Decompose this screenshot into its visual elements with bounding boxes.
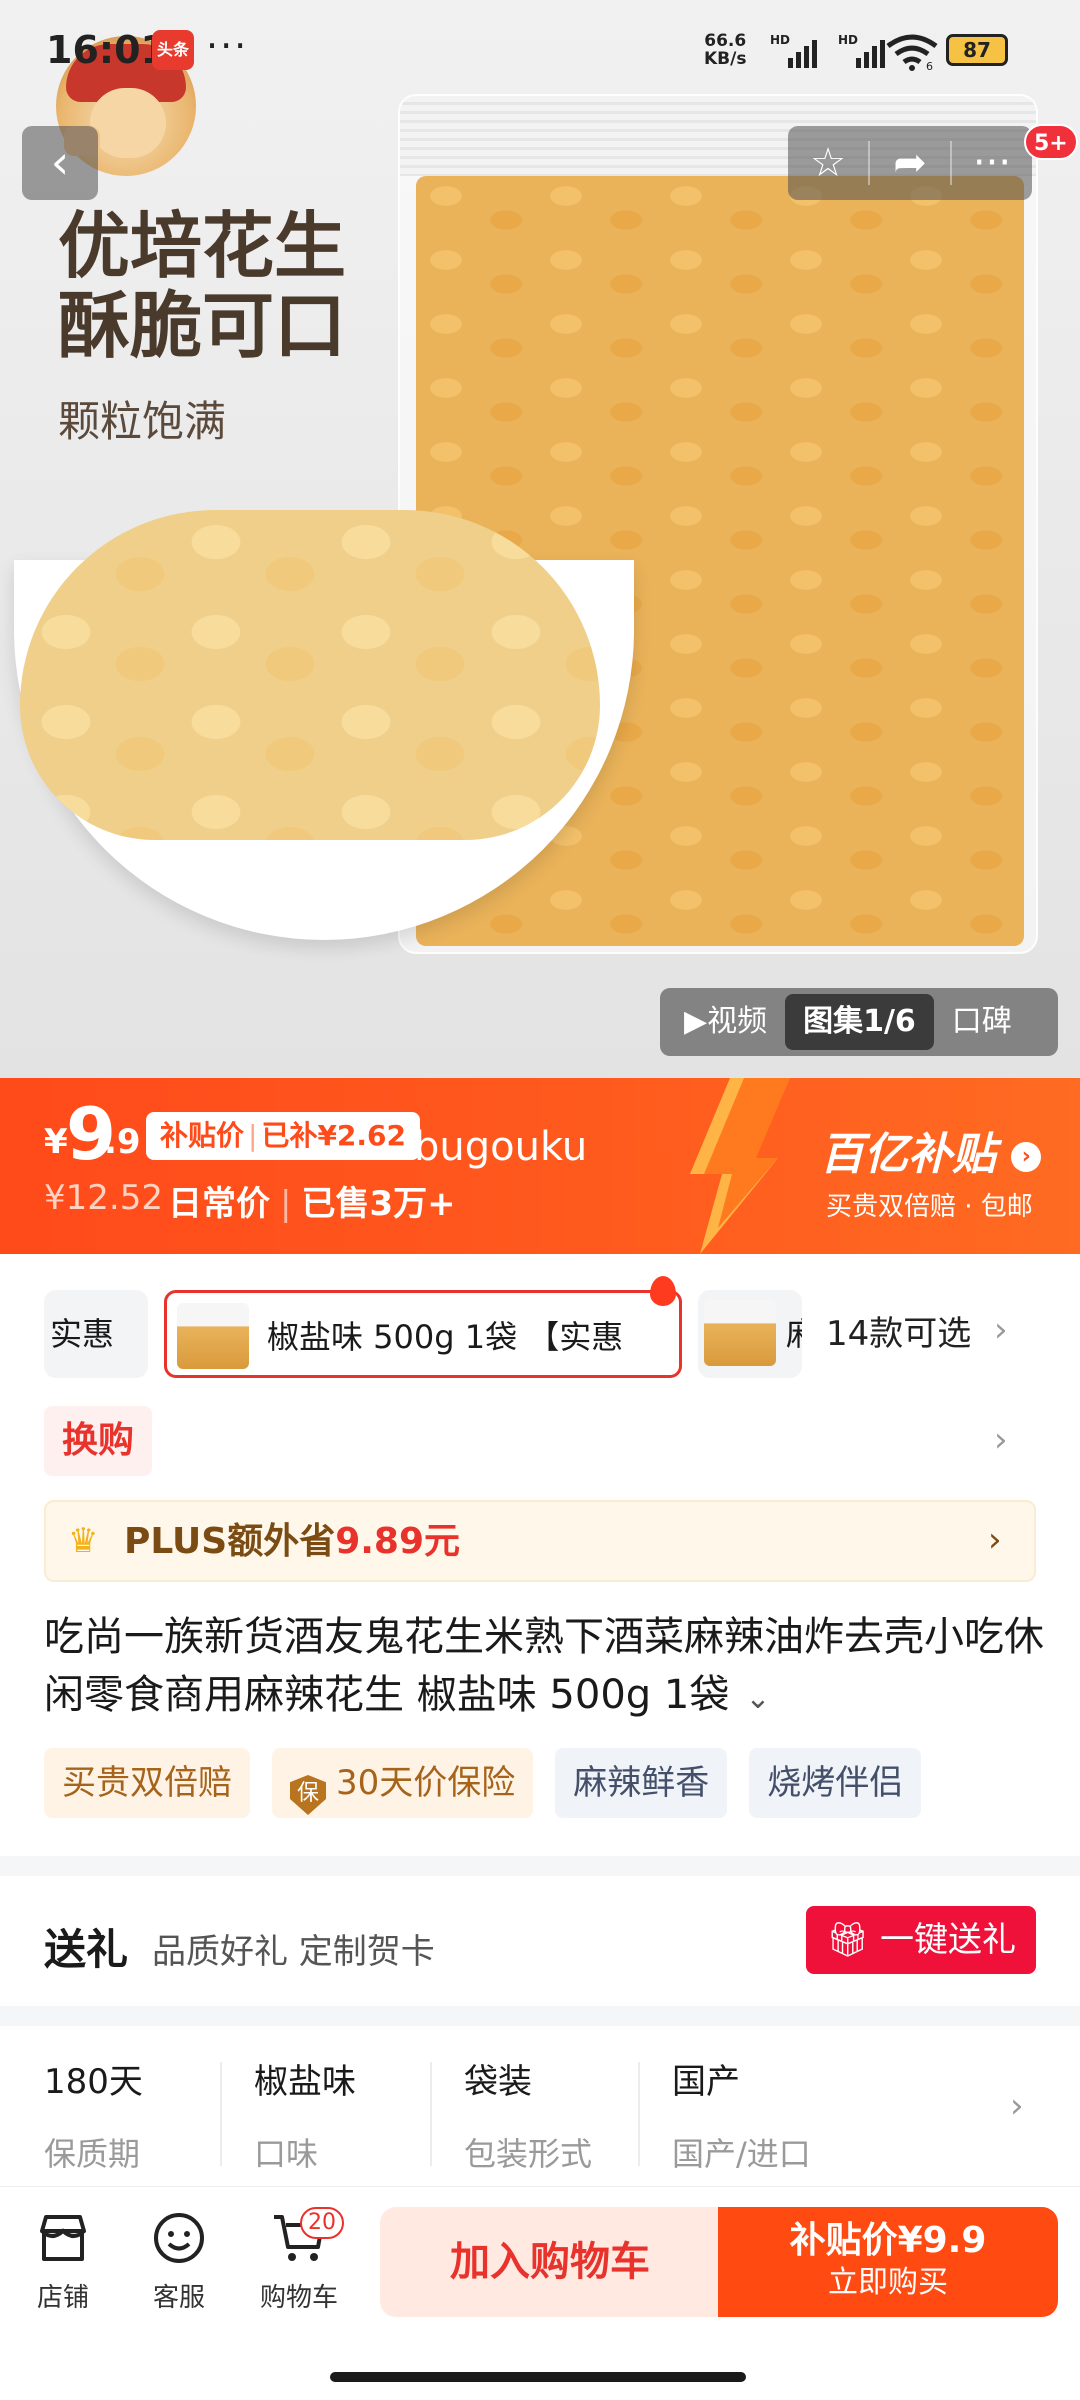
home-indicator[interactable] bbox=[330, 2372, 746, 2382]
expand-chevron-icon[interactable]: ⌄ bbox=[729, 1681, 770, 1716]
tab-gallery[interactable]: 图集1/6 bbox=[785, 994, 934, 1050]
swap-purchase-tag[interactable]: 换购 bbox=[44, 1406, 153, 1476]
chevron-right-icon[interactable]: › bbox=[994, 1420, 1008, 1460]
bottom-action-bar: 店铺 客服 购物车 20 加入购物车 补贴价¥9.9 立即购买 bbox=[0, 2186, 1080, 2400]
daily-price-label: 日常价 | 已售3万+ bbox=[168, 1184, 456, 1224]
spec-shelf-life: 180天 保质期 bbox=[44, 2062, 143, 2173]
more-options-icon[interactable]: ··· bbox=[952, 126, 1032, 200]
shield-icon: 保 bbox=[290, 1775, 326, 1815]
buy-now-button[interactable]: 补贴价¥9.9 立即购买 bbox=[718, 2207, 1058, 2317]
price-banner[interactable]: ¥ 9 .9 补贴价 | 已补¥2.62 bugouku ¥12.52 日常价 | 已售… bbox=[0, 1078, 1080, 1254]
nav-customer-service[interactable]: 客服 bbox=[124, 2209, 234, 2314]
store-icon bbox=[40, 2215, 86, 2261]
tab-reviews[interactable]: 口碑 bbox=[934, 994, 1030, 1050]
sku-count[interactable]: 14款可选 bbox=[826, 1290, 971, 1378]
peanut-pile-image bbox=[20, 510, 600, 840]
tag-bbq[interactable]: 烧烤伴侣 bbox=[749, 1748, 922, 1818]
tag-price-protection[interactable]: 保 30天价保险 bbox=[272, 1748, 534, 1818]
spec-flavor: 椒盐味 口味 bbox=[254, 2062, 356, 2173]
favorite-star-icon[interactable]: ☆ bbox=[788, 126, 868, 200]
status-bar: 16:01 头条 ··· 66.6 KB/s HD HD 6 87 bbox=[0, 0, 1080, 100]
spec-origin: 国产 国产/进口 bbox=[672, 2062, 811, 2173]
svg-text:HD: HD bbox=[770, 33, 790, 47]
gift-title: 送礼 bbox=[44, 1925, 129, 1974]
tab-video[interactable]: ▶视频 bbox=[666, 994, 785, 1050]
cart-count-badge: 20 bbox=[300, 2207, 344, 2239]
sku-chip-prev[interactable]: 实惠 bbox=[44, 1290, 148, 1378]
crown-icon: ♛ bbox=[68, 1521, 99, 1561]
add-to-cart-button[interactable]: 加入购物车 bbox=[380, 2207, 720, 2317]
subsidy-price-tag: 补贴价 | 已补¥2.62 bbox=[146, 1112, 421, 1160]
share-icon[interactable]: ➦ bbox=[870, 126, 950, 200]
status-time: 16:01 bbox=[46, 28, 167, 72]
tag-double-compensation[interactable]: 买贵双倍赔 bbox=[44, 1748, 250, 1818]
hot-flame-icon bbox=[650, 1276, 676, 1306]
battery-icon: 87 bbox=[946, 34, 1008, 66]
signal-icon: HD bbox=[770, 32, 834, 81]
hero-subtitle: 颗粒饱满 bbox=[58, 397, 227, 446]
spec-packaging: 袋装 包装形式 bbox=[464, 2062, 593, 2173]
back-button[interactable]: ‹ bbox=[22, 126, 98, 200]
sku-chip-selected[interactable]: 椒盐味 500g 1袋 【实惠 bbox=[164, 1290, 682, 1378]
gift-subtitle: 品质好礼 定制贺卡 bbox=[152, 1932, 435, 1972]
lightning-bolt-icon bbox=[690, 1078, 790, 1254]
sku-chip-next[interactable]: 麻 bbox=[698, 1290, 802, 1378]
chevron-right-icon: › bbox=[988, 1520, 1002, 1560]
gift-section: 送礼 品质好礼 定制贺卡 🎁︎ 一键送礼 bbox=[0, 1876, 1080, 2006]
sku-thumbnail bbox=[177, 1303, 249, 1369]
section-divider bbox=[0, 2006, 1080, 2026]
toutiao-app-icon: 头条 bbox=[152, 30, 194, 70]
section-divider bbox=[0, 1856, 1080, 1876]
chevron-right-icon[interactable]: › bbox=[994, 1310, 1008, 1350]
watermark-text: bugouku bbox=[414, 1124, 588, 1170]
plus-savings-bar[interactable]: ♛ PLUS额外省9.89元 › bbox=[44, 1500, 1036, 1582]
tag-spicy[interactable]: 麻辣鲜香 bbox=[555, 1748, 728, 1818]
nav-store[interactable]: 店铺 bbox=[8, 2209, 118, 2314]
service-face-icon bbox=[154, 2213, 204, 2263]
top-action-group: ☆ ➦ ··· bbox=[788, 126, 1032, 200]
sku-thumbnail bbox=[704, 1300, 776, 1366]
subsidy-guarantee-text: 买贵双倍赔 · 包邮 bbox=[826, 1192, 1033, 1222]
price-currency: ¥ bbox=[44, 1122, 68, 1162]
product-tags: 买贵双倍赔 保 30天价保险 麻辣鲜香 烧烤伴侣 bbox=[44, 1748, 922, 1818]
spec-row[interactable]: 180天 保质期 椒盐味 口味 袋装 包装形式 国产 国产/进口 › bbox=[0, 2026, 1080, 2186]
message-badge[interactable]: 5+ bbox=[1024, 124, 1078, 160]
send-gift-button[interactable]: 🎁︎ 一键送礼 bbox=[806, 1906, 1036, 1974]
gift-box-icon: 🎁︎ bbox=[826, 1920, 880, 1960]
billion-subsidy-logo[interactable]: 百亿补贴 › bbox=[820, 1118, 1042, 1182]
sku-selector: 实惠 椒盐味 500g 1袋 【实惠 麻 14款可选 › bbox=[0, 1276, 1080, 1380]
wifi-icon: 6 bbox=[884, 32, 940, 81]
media-tab-switch: ▶视频 图集1/6 口碑 bbox=[660, 988, 1058, 1056]
product-gallery[interactable]: 优培花生 酥脆可口 颗粒饱满 16:01 头条 ··· 66.6 KB/s HD … bbox=[0, 0, 1080, 1078]
hero-title: 优培花生 酥脆可口 bbox=[58, 203, 347, 368]
product-title[interactable]: 吃尚一族新货酒友鬼花生米熟下酒菜麻辣油炸去壳小吃休闲零食商用麻辣花生 椒盐味 5… bbox=[44, 1608, 1044, 1728]
svg-text:6: 6 bbox=[926, 60, 933, 72]
price-decimal: .9 bbox=[104, 1122, 141, 1162]
original-price: ¥12.52 bbox=[44, 1178, 163, 1218]
svg-text:HD: HD bbox=[838, 33, 858, 47]
chevron-right-icon[interactable]: › bbox=[1010, 2086, 1024, 2126]
network-speed: 66.6 KB/s bbox=[704, 31, 747, 69]
status-more-icon: ··· bbox=[206, 24, 249, 68]
